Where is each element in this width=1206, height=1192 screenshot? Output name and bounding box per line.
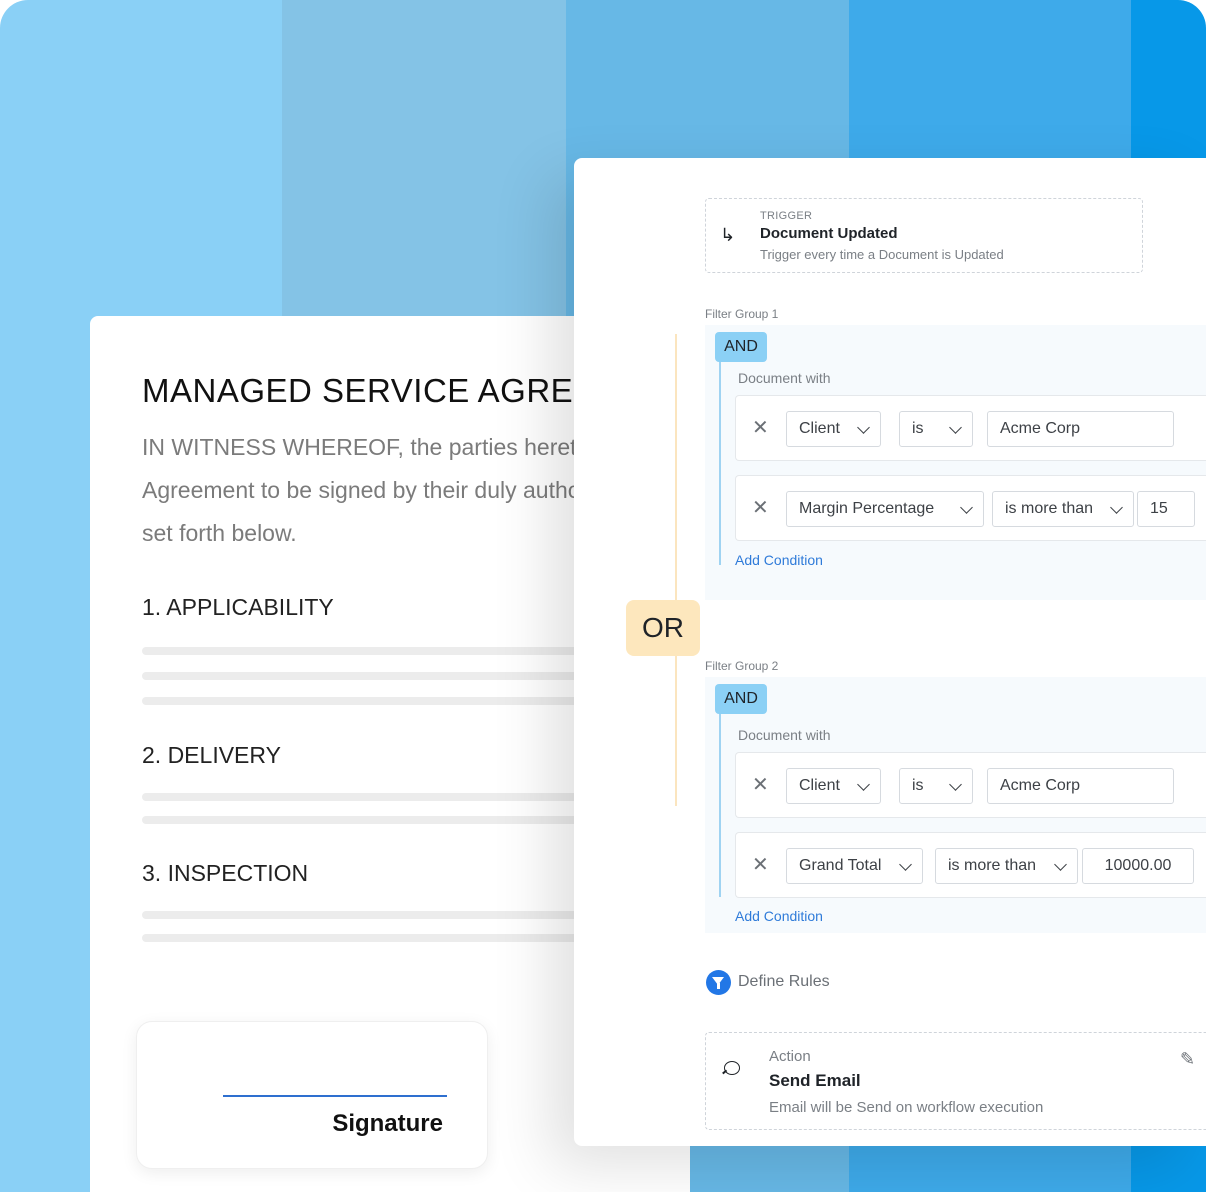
document-with-label: Document with	[738, 727, 831, 743]
or-badge[interactable]: OR	[626, 600, 700, 656]
comparator-select[interactable]: is more than	[935, 848, 1078, 884]
condition-row: ✕ Grand Total is more than 10000.00	[735, 832, 1206, 898]
chevron-down-icon	[1054, 858, 1067, 871]
field-select[interactable]: Margin Percentage	[786, 491, 984, 527]
value-input[interactable]: Acme Corp	[987, 768, 1174, 804]
comparator-select[interactable]: is more than	[992, 491, 1134, 527]
chevron-down-icon	[857, 421, 870, 434]
condition-row: ✕ Margin Percentage is more than 15	[735, 475, 1206, 541]
and-operator-pill[interactable]: AND	[715, 332, 767, 362]
field-select-value: Client	[799, 777, 840, 794]
signature-line	[223, 1095, 447, 1097]
remove-condition-icon[interactable]: ✕	[752, 773, 769, 797]
chevron-down-icon	[949, 778, 962, 791]
comparator-select-value: is more than	[948, 857, 1037, 874]
or-connector-line	[675, 334, 677, 806]
and-operator-pill[interactable]: AND	[715, 684, 767, 714]
pencil-icon[interactable]: ✎	[1180, 1049, 1195, 1070]
add-condition-link[interactable]: Add Condition	[735, 908, 823, 924]
placeholder-line	[142, 793, 622, 801]
chevron-down-icon	[899, 858, 912, 871]
condition-row: ✕ Client is Acme Corp	[735, 395, 1206, 461]
document-with-label: Document with	[738, 370, 831, 386]
chevron-down-icon	[960, 501, 973, 514]
placeholder-line	[142, 934, 622, 942]
field-select-value: Grand Total	[799, 857, 882, 874]
remove-condition-icon[interactable]: ✕	[752, 496, 769, 520]
value-input[interactable]: 10000.00	[1082, 848, 1194, 884]
section-heading-delivery: 2. DELIVERY	[142, 742, 281, 768]
placeholder-line	[142, 816, 622, 824]
trigger-title: Document Updated	[760, 225, 898, 242]
action-description: Email will be Send on workflow execution	[769, 1099, 1044, 1116]
value-input[interactable]: Acme Corp	[987, 411, 1174, 447]
comparator-select-value: is	[912, 777, 924, 794]
chat-icon	[724, 1061, 740, 1075]
group-bracket	[719, 359, 721, 565]
action-label: Action	[769, 1048, 811, 1065]
placeholder-line	[142, 647, 622, 655]
condition-row: ✕ Client is Acme Corp	[735, 752, 1206, 818]
comparator-select[interactable]: is	[899, 768, 973, 804]
field-select[interactable]: Client	[786, 768, 881, 804]
filter-group-1-label: Filter Group 1	[705, 307, 779, 321]
signature-box[interactable]: Signature	[136, 1021, 488, 1169]
placeholder-line	[142, 911, 622, 919]
filter-group-1: AND Document with ✕ Client is Acme Corp …	[705, 325, 1206, 600]
arrow-return-icon: ↳	[720, 225, 736, 245]
section-heading-inspection: 3. INSPECTION	[142, 860, 309, 886]
trigger-description: Trigger every time a Document is Updated	[760, 247, 1004, 262]
signature-label: Signature	[332, 1110, 443, 1137]
add-condition-link[interactable]: Add Condition	[735, 552, 823, 568]
field-select[interactable]: Client	[786, 411, 881, 447]
define-rules-label: Define Rules	[738, 973, 830, 990]
field-select[interactable]: Grand Total	[786, 848, 923, 884]
remove-condition-icon[interactable]: ✕	[752, 853, 769, 877]
trigger-label: TRIGGER	[760, 210, 813, 222]
group-bracket	[719, 711, 721, 897]
workflow-panel: ↳ TRIGGER Document Updated Trigger every…	[574, 158, 1206, 1146]
value-input[interactable]: 15	[1137, 491, 1195, 527]
chevron-down-icon	[857, 778, 870, 791]
chevron-down-icon	[1110, 501, 1123, 514]
comparator-select-value: is more than	[1005, 500, 1094, 517]
placeholder-line	[142, 697, 622, 705]
trigger-card[interactable]: ↳ TRIGGER Document Updated Trigger every…	[705, 198, 1143, 273]
chevron-down-icon	[949, 421, 962, 434]
field-select-value: Client	[799, 420, 840, 437]
funnel-icon	[706, 970, 731, 995]
section-heading-applicability: 1. APPLICABILITY	[142, 594, 334, 620]
comparator-select-value: is	[912, 420, 924, 437]
field-select-value: Margin Percentage	[799, 500, 935, 517]
filter-group-2: AND Document with ✕ Client is Acme Corp …	[705, 677, 1206, 933]
placeholder-line	[142, 672, 622, 680]
action-card[interactable]: Action Send Email Email will be Send on …	[705, 1032, 1206, 1130]
comparator-select[interactable]: is	[899, 411, 973, 447]
filter-group-2-label: Filter Group 2	[705, 659, 779, 673]
action-title: Send Email	[769, 1071, 861, 1090]
remove-condition-icon[interactable]: ✕	[752, 416, 769, 440]
